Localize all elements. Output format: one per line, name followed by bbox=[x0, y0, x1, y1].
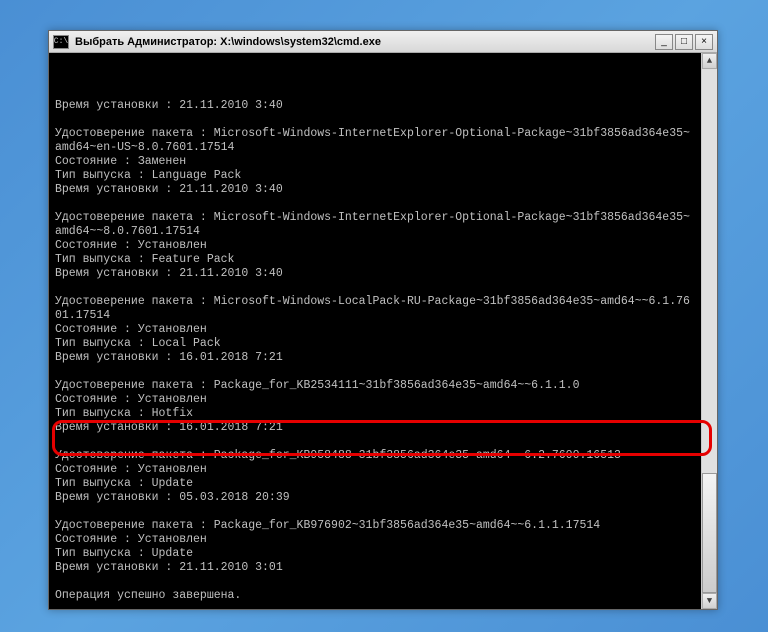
console-line: Время установки : 05.03.2018 20:39 bbox=[55, 491, 695, 505]
console-line bbox=[55, 435, 695, 449]
console-line bbox=[55, 603, 695, 609]
console-line: Тип выпуска : Feature Pack bbox=[55, 253, 695, 267]
console-line: Тип выпуска : Hotfix bbox=[55, 407, 695, 421]
console-line: Время установки : 21.11.2010 3:40 bbox=[55, 99, 695, 113]
console-line bbox=[55, 505, 695, 519]
console-line bbox=[55, 575, 695, 589]
console-line: Удостоверение пакета : Package_for_KB976… bbox=[55, 519, 695, 533]
console-line: Время установки : 21.11.2010 3:01 bbox=[55, 561, 695, 575]
console-line: Состояние : Установлен bbox=[55, 239, 695, 253]
console-line: Удостоверение пакета : Microsoft-Windows… bbox=[55, 127, 695, 155]
vertical-scrollbar[interactable]: ▲ ▼ bbox=[701, 53, 717, 609]
console-line: Время установки : 16.01.2018 7:21 bbox=[55, 351, 695, 365]
scroll-thumb[interactable] bbox=[702, 473, 717, 593]
close-button[interactable]: × bbox=[695, 34, 713, 50]
console-output[interactable]: Время установки : 21.11.2010 3:40 Удосто… bbox=[49, 53, 701, 609]
console-line: Тип выпуска : Local Pack bbox=[55, 337, 695, 351]
minimize-button[interactable]: _ bbox=[655, 34, 673, 50]
console-line: Удостоверение пакета : Microsoft-Windows… bbox=[55, 211, 695, 239]
console-line bbox=[55, 281, 695, 295]
console-line: Состояние : Установлен bbox=[55, 323, 695, 337]
console-line: Время установки : 16.01.2018 7:21 bbox=[55, 421, 695, 435]
console-line bbox=[55, 365, 695, 379]
console-line: Время установки : 21.11.2010 3:40 bbox=[55, 267, 695, 281]
scroll-up-button[interactable]: ▲ bbox=[702, 53, 717, 69]
console-line: Состояние : Установлен bbox=[55, 393, 695, 407]
scroll-track[interactable] bbox=[702, 69, 717, 593]
cmd-icon-glyph: C:\ bbox=[54, 37, 68, 46]
console-line: Время установки : 21.11.2010 3:40 bbox=[55, 183, 695, 197]
titlebar[interactable]: C:\ Выбрать Администратор: X:\windows\sy… bbox=[49, 31, 717, 53]
window-title: Выбрать Администратор: X:\windows\system… bbox=[75, 36, 655, 48]
console-line: Состояние : Установлен bbox=[55, 463, 695, 477]
console-area: Время установки : 21.11.2010 3:40 Удосто… bbox=[49, 53, 717, 609]
command-prompt-window: C:\ Выбрать Администратор: X:\windows\sy… bbox=[48, 30, 718, 610]
console-line: Состояние : Установлен bbox=[55, 533, 695, 547]
console-line bbox=[55, 197, 695, 211]
console-line: Удостоверение пакета : Microsoft-Windows… bbox=[55, 295, 695, 323]
console-line: Тип выпуска : Update bbox=[55, 547, 695, 561]
maximize-button[interactable]: □ bbox=[675, 34, 693, 50]
console-line: Удостоверение пакета : Package_for_KB958… bbox=[55, 449, 695, 463]
console-line: Тип выпуска : Language Pack bbox=[55, 169, 695, 183]
console-line: Тип выпуска : Update bbox=[55, 477, 695, 491]
window-controls: _ □ × bbox=[655, 34, 713, 50]
console-line: Операция успешно завершена. bbox=[55, 589, 695, 603]
console-line: Состояние : Заменен bbox=[55, 155, 695, 169]
cmd-icon: C:\ bbox=[53, 35, 69, 49]
scroll-down-button[interactable]: ▼ bbox=[702, 593, 717, 609]
console-line: Удостоверение пакета : Package_for_KB253… bbox=[55, 379, 695, 393]
console-line bbox=[55, 113, 695, 127]
